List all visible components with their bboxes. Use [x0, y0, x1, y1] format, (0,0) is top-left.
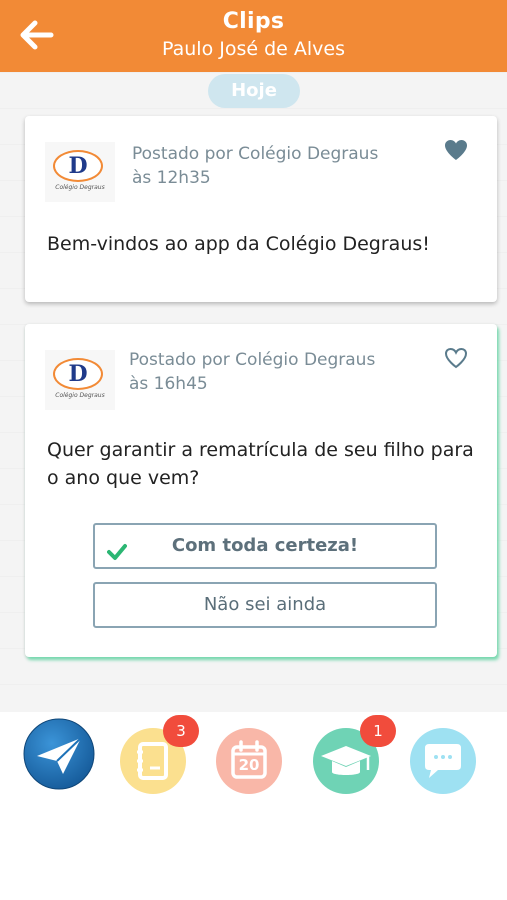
check-icon	[107, 536, 127, 560]
app-header: Clips Paulo José de Alves	[0, 0, 507, 72]
heart-filled-icon[interactable]	[443, 138, 469, 162]
clips-feed[interactable]: Hoje D Colégio Degraus Postado por Colég…	[0, 72, 507, 712]
graduation-badge: 1	[360, 715, 396, 747]
poll-option-yes-button[interactable]: Com toda certeza!	[93, 523, 437, 569]
post-message: Quer garantir a rematrícula de seu filho…	[47, 439, 474, 489]
poll-option-unsure-button[interactable]: Não sei ainda	[93, 582, 437, 628]
post-meta: Postado por Colégio Degraus às 16h45	[129, 348, 375, 396]
post-author: Postado por Colégio Degraus	[132, 144, 379, 164]
school-logo: D Colégio Degraus	[45, 142, 115, 202]
school-logo: D Colégio Degraus	[45, 350, 115, 410]
post-message: Bem-vindos ao app da Colégio Degraus!	[47, 233, 430, 255]
calendar-icon[interactable]: 20	[216, 728, 282, 794]
post-time: às 16h45	[129, 374, 208, 394]
notebook-badge: 3	[163, 715, 199, 747]
logo-caption: Colégio Degraus	[55, 184, 105, 191]
poll-option-label: Com toda certeza!	[171, 535, 359, 556]
logo-letter: D	[68, 153, 88, 179]
post-author: Postado por Colégio Degraus	[129, 350, 376, 370]
page-title: Clips	[222, 9, 285, 34]
post-time: às 12h35	[132, 168, 211, 188]
send-icon[interactable]	[23, 718, 95, 790]
post-meta: Postado por Colégio Degraus às 12h35	[132, 142, 378, 190]
date-separator: Hoje	[208, 74, 300, 108]
poll-card: D Colégio Degraus Postado por Colégio De…	[25, 324, 497, 657]
logo-letter: D	[68, 361, 88, 387]
poll-option-label: Não sei ainda	[203, 594, 327, 615]
calendar-day: 20	[238, 756, 260, 774]
heart-outline-icon[interactable]	[443, 346, 469, 370]
logo-caption: Colégio Degraus	[55, 392, 105, 399]
page-subtitle: Paulo José de Alves	[162, 38, 345, 60]
post-card: D Colégio Degraus Postado por Colégio De…	[25, 116, 497, 302]
chat-icon[interactable]	[410, 728, 476, 794]
